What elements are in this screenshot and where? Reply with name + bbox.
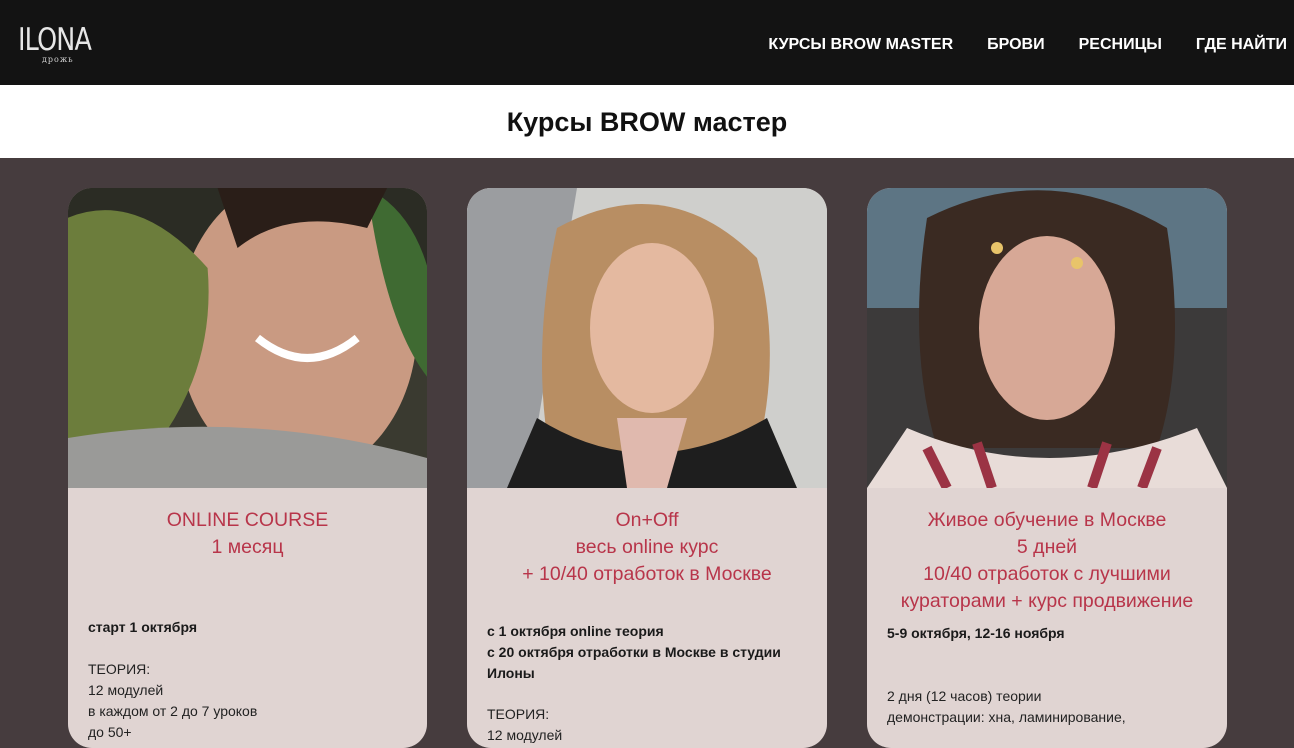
- nav-item-where-to-find[interactable]: ГДЕ НАЙТИ: [1196, 35, 1287, 55]
- heading-line: 5 дней: [1016, 536, 1078, 558]
- logo-subtitle: дрожь: [42, 55, 74, 64]
- detail-line: демонстрации: хна, ламинирование,: [887, 709, 1126, 725]
- heading-line: весь online курс: [575, 536, 719, 558]
- card-body: ONLINE COURSE 1 месяц старт 1 октября ТЕ…: [68, 488, 427, 743]
- portrait-photo-icon: [68, 188, 427, 488]
- detail-line: ТЕОРИЯ:: [487, 706, 550, 722]
- card-schedule: старт 1 октября: [68, 617, 427, 638]
- card-details: ТЕОРИЯ: 12 модулей: [467, 704, 827, 746]
- detail-line: 12 модулей: [88, 682, 164, 698]
- schedule-line: 5-9 октября, 12-16 ноября: [887, 625, 1065, 641]
- detail-line: до 50+: [88, 724, 132, 740]
- card-photo: [467, 188, 827, 488]
- header-bar: ILONA дрожь КУРСЫ BROW MASTER БРОВИ РЕСН…: [0, 0, 1294, 85]
- course-card-moscow[interactable]: Живое обучение в Москве 5 дней 10/40 отр…: [867, 188, 1227, 748]
- page-title: Курсы BROW мастер: [506, 107, 788, 137]
- card-body: On+Off весь online курс + 10/40 отработо…: [467, 488, 827, 746]
- card-heading: ONLINE COURSE 1 месяц: [68, 507, 427, 561]
- heading-line: ONLINE COURSE: [166, 509, 329, 531]
- portrait-photo-icon: [867, 188, 1227, 488]
- card-details: ТЕОРИЯ: 12 модулей в каждом от 2 до 7 ур…: [68, 659, 427, 743]
- nav-item-brow-courses[interactable]: КУРСЫ BROW MASTER: [768, 35, 953, 55]
- heading-line: On+Off: [615, 509, 679, 531]
- detail-line: 2 дня (12 часов) теории: [887, 688, 1042, 704]
- card-body: Живое обучение в Москве 5 дней 10/40 отр…: [867, 488, 1227, 728]
- nav-item-lashes[interactable]: РЕСНИЦЫ: [1079, 35, 1162, 55]
- detail-line: 12 модулей: [487, 727, 563, 743]
- portrait-photo-icon: [467, 188, 827, 488]
- card-heading: On+Off весь online курс + 10/40 отработо…: [467, 507, 827, 588]
- main-nav: КУРСЫ BROW MASTER БРОВИ РЕСНИЦЫ ГДЕ НАЙТ…: [734, 35, 1287, 55]
- course-card-on-off[interactable]: On+Off весь online курс + 10/40 отработо…: [467, 188, 827, 748]
- heading-line: + 10/40 отработок в Москве: [522, 563, 772, 585]
- heading-line: Живое обучение в Москве: [927, 509, 1167, 531]
- schedule-line: с 20 октября отработки в Москве в студии: [487, 644, 781, 660]
- card-photo: [867, 188, 1227, 488]
- logo-word: ILONA: [18, 22, 92, 58]
- heading-line: кураторами + курс продвижение: [900, 590, 1194, 612]
- heading-line: 10/40 отработок с лучшими: [923, 563, 1171, 585]
- detail-line: ТЕОРИЯ:: [88, 661, 151, 677]
- title-band: Курсы BROW мастер: [0, 85, 1294, 158]
- heading-line: 1 месяц: [211, 536, 284, 558]
- brand-logo[interactable]: ILONA дрожь: [18, 22, 98, 68]
- schedule-line: Илоны: [487, 665, 535, 681]
- course-card-online[interactable]: ONLINE COURSE 1 месяц старт 1 октября ТЕ…: [68, 188, 427, 748]
- schedule-line: старт 1 октября: [88, 619, 197, 635]
- nav-item-brows[interactable]: БРОВИ: [987, 35, 1044, 55]
- schedule-line: с 1 октября online теория: [487, 623, 664, 639]
- card-photo: [68, 188, 427, 488]
- card-details: 2 дня (12 часов) теории демонстрации: хн…: [867, 686, 1227, 728]
- card-schedule: с 1 октября online теория с 20 октября о…: [467, 621, 827, 684]
- detail-line: в каждом от 2 до 7 уроков: [88, 703, 258, 719]
- card-heading: Живое обучение в Москве 5 дней 10/40 отр…: [867, 507, 1227, 615]
- card-schedule: 5-9 октября, 12-16 ноября: [867, 623, 1227, 644]
